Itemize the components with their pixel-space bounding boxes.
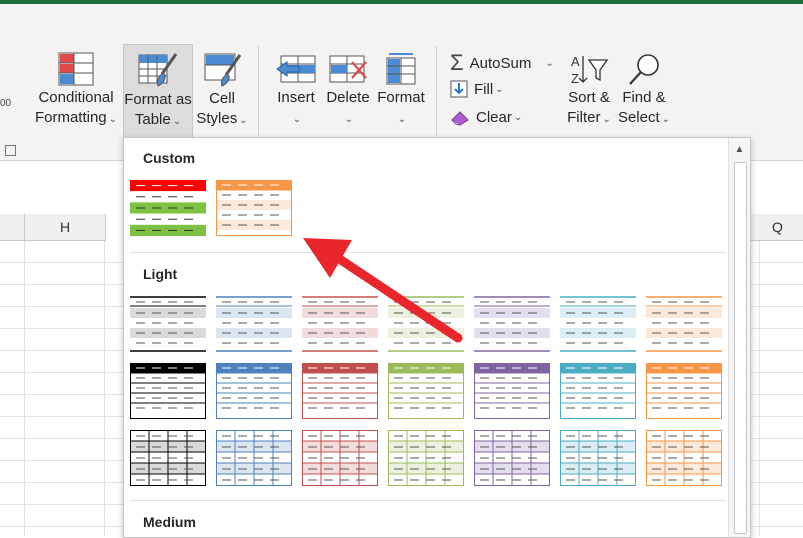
find-select-label-2: Select ⌄ xyxy=(617,109,671,126)
find-select-label-1: Find & xyxy=(622,89,666,106)
custom-style-2[interactable] xyxy=(216,180,292,236)
cell-styles-button[interactable]: Cell Styles ⌄ xyxy=(194,48,250,134)
insert-label: Insert xyxy=(277,89,315,106)
light-style-row2-7[interactable] xyxy=(646,363,722,419)
cell-styles-label-1: Cell xyxy=(209,90,235,107)
section-title-custom: Custom xyxy=(143,150,196,166)
section-divider xyxy=(130,500,726,501)
sort-filter-button[interactable]: A Z Sort & Filter ⌄ xyxy=(562,48,616,134)
scrollbar-thumb[interactable] xyxy=(734,162,747,534)
gallery-scrollbar[interactable]: ▲ xyxy=(728,138,750,537)
clear-label: Clear xyxy=(476,109,512,126)
chevron-down-icon: ⌄ xyxy=(661,114,671,125)
autosum-label: AutoSum xyxy=(469,54,532,72)
chevron-down-icon: ⌄ xyxy=(292,114,302,125)
light-style-row1-3[interactable] xyxy=(302,296,378,352)
fill-button[interactable]: Fill ⌄ xyxy=(450,80,504,98)
cell-styles-label-2: Styles ⌄ xyxy=(196,110,248,127)
light-style-row3-5[interactable] xyxy=(474,430,550,486)
chevron-down-icon: ⌄ xyxy=(602,114,611,125)
light-style-row2-6[interactable] xyxy=(560,363,636,419)
section-title-light: Light xyxy=(143,266,178,282)
format-as-table-button[interactable]: Format as Table ⌄ xyxy=(123,44,193,138)
delete-button[interactable]: Delete ⌄ xyxy=(324,48,372,134)
light-style-row2-2[interactable] xyxy=(216,363,292,419)
ribbon-left-fragment: 00 xyxy=(0,98,12,109)
format-as-table-icon xyxy=(138,53,178,87)
find-select-button[interactable]: Find & Select ⌄ xyxy=(616,48,672,134)
column-header-row xyxy=(0,214,24,241)
dialog-launcher-icon[interactable] xyxy=(5,145,16,156)
light-style-row2-1[interactable] xyxy=(130,363,206,419)
light-style-row3-2[interactable] xyxy=(216,430,292,486)
light-style-row3-1[interactable] xyxy=(130,430,206,486)
eraser-icon xyxy=(451,110,469,126)
light-style-row1-4[interactable] xyxy=(388,296,464,352)
fill-label: Fill xyxy=(474,80,494,98)
chevron-down-icon: ⌄ xyxy=(344,114,354,125)
autosum-button[interactable]: Σ AutoSum ⌄ xyxy=(450,50,554,76)
light-style-row2-3[interactable] xyxy=(302,363,378,419)
chevron-down-icon: ⌄ xyxy=(172,116,182,127)
conditional-formatting-icon xyxy=(58,52,94,86)
light-style-row1-5[interactable] xyxy=(474,296,550,352)
insert-cells-icon xyxy=(276,55,316,83)
light-style-row1-7[interactable] xyxy=(646,296,722,352)
clear-button[interactable]: Clear ⌄ xyxy=(450,109,522,126)
table-style-gallery: Custom Light Medium ▲ xyxy=(123,137,751,538)
light-style-row3-3[interactable] xyxy=(302,430,378,486)
chevron-down-icon: ⌄ xyxy=(397,114,407,125)
format-button[interactable]: Format ⌄ xyxy=(374,48,428,134)
light-style-row2-5[interactable] xyxy=(474,363,550,419)
chevron-down-icon: ⌄ xyxy=(239,115,248,126)
chevron-down-icon: ⌄ xyxy=(513,112,523,123)
chevron-down-icon: ⌄ xyxy=(495,83,504,95)
conditional-formatting-label-2: Formatting ⌄ xyxy=(34,109,118,126)
light-style-row3-7[interactable] xyxy=(646,430,722,486)
format-as-table-label-2: Table ⌄ xyxy=(134,111,182,128)
group-separator xyxy=(436,46,437,136)
custom-style-1[interactable] xyxy=(130,180,206,236)
column-header-h[interactable]: H xyxy=(24,214,106,241)
format-as-table-label-1: Format as xyxy=(124,91,192,108)
light-style-row2-4[interactable] xyxy=(388,363,464,419)
section-divider xyxy=(130,252,726,253)
format-label: Format xyxy=(377,89,425,106)
column-header-q[interactable]: Q xyxy=(750,214,803,241)
delete-cells-icon xyxy=(329,55,367,83)
chevron-down-icon: ⌄ xyxy=(545,57,554,69)
chevron-down-icon: ⌄ xyxy=(108,114,118,125)
conditional-formatting-button[interactable]: Conditional Formatting ⌄ xyxy=(32,48,120,134)
svg-text:Z: Z xyxy=(571,71,579,86)
sort-filter-label-2: Filter ⌄ xyxy=(567,109,611,126)
sigma-icon: Σ xyxy=(450,50,464,75)
light-style-row1-1[interactable] xyxy=(130,296,206,352)
svg-text:A: A xyxy=(571,54,580,69)
format-cells-icon xyxy=(386,53,416,85)
light-style-row1-6[interactable] xyxy=(560,296,636,352)
light-style-row1-2[interactable] xyxy=(216,296,292,352)
cell-styles-icon xyxy=(204,53,242,87)
light-style-row3-4[interactable] xyxy=(388,430,464,486)
insert-button[interactable]: Insert ⌄ xyxy=(270,48,322,134)
delete-label: Delete xyxy=(326,89,370,106)
sort-filter-label-1: Sort & xyxy=(568,89,610,106)
fill-down-icon xyxy=(450,80,468,98)
section-title-medium: Medium xyxy=(143,514,196,530)
conditional-formatting-label-1: Conditional xyxy=(38,89,114,106)
group-separator xyxy=(258,46,259,136)
magnifier-icon xyxy=(629,54,659,85)
scroll-up-icon[interactable]: ▲ xyxy=(729,138,750,160)
light-style-row3-6[interactable] xyxy=(560,430,636,486)
sort-filter-icon: A Z xyxy=(571,54,609,86)
